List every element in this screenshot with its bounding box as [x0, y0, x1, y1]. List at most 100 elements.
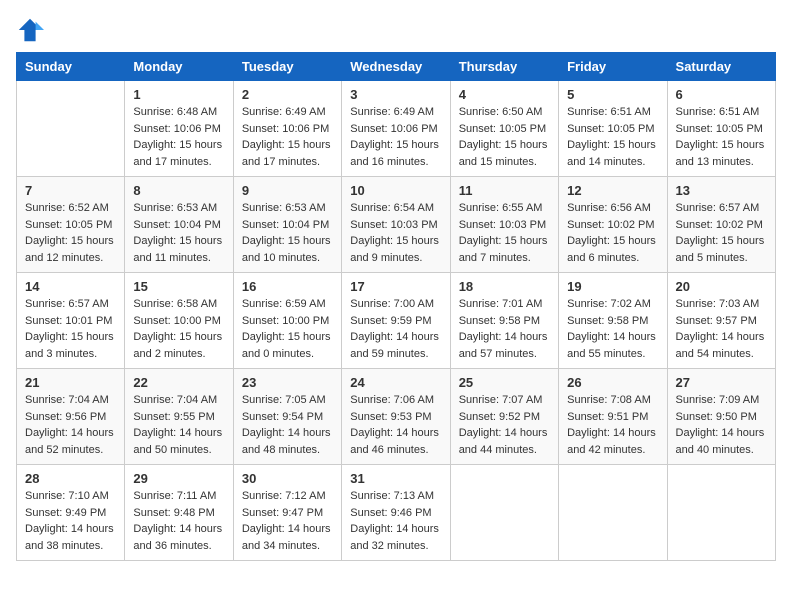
calendar-cell: 14 Sunrise: 6:57 AMSunset: 10:01 PMDaylig… — [17, 273, 125, 369]
header-thursday: Thursday — [450, 53, 558, 81]
day-number: 5 — [567, 87, 658, 102]
calendar-cell: 10 Sunrise: 6:54 AMSunset: 10:03 PMDaylig… — [342, 177, 450, 273]
calendar-cell: 9 Sunrise: 6:53 AMSunset: 10:04 PMDayligh… — [233, 177, 341, 273]
day-info: Sunrise: 6:51 AMSunset: 10:05 PMDaylight… — [567, 104, 658, 170]
calendar-cell: 19 Sunrise: 7:02 AMSunset: 9:58 PMDayligh… — [559, 273, 667, 369]
calendar-cell: 4Sunrise: 6:50 AMSunset: 10:05 PMDayligh… — [450, 81, 558, 177]
day-number: 26 — [567, 375, 658, 390]
calendar-cell: 13 Sunrise: 6:57 AMSunset: 10:02 PMDaylig… — [667, 177, 775, 273]
calendar-cell: 15Sunrise: 6:58 AMSunset: 10:00 PMDaylig… — [125, 273, 233, 369]
day-number: 18 — [459, 279, 550, 294]
day-number: 6 — [676, 87, 767, 102]
day-info: Sunrise: 6:48 AMSunset: 10:06 PMDaylight… — [133, 104, 224, 170]
day-number: 8 — [133, 183, 224, 198]
logo — [16, 16, 48, 44]
header-wednesday: Wednesday — [342, 53, 450, 81]
day-info: Sunrise: 7:05 AMSunset: 9:54 PMDaylight:… — [242, 392, 333, 458]
day-number: 23 — [242, 375, 333, 390]
calendar-cell: 25Sunrise: 7:07 AMSunset: 9:52 PMDayligh… — [450, 369, 558, 465]
day-number: 14 — [25, 279, 116, 294]
calendar-cell: 8 Sunrise: 6:53 AMSunset: 10:04 PMDayligh… — [125, 177, 233, 273]
calendar-cell — [17, 81, 125, 177]
day-info: Sunrise: 6:55 AMSunset: 10:03 PMDaylight… — [459, 200, 550, 266]
day-info: Sunrise: 7:09 AMSunset: 9:50 PMDaylight:… — [676, 392, 767, 458]
day-info: Sunrise: 7:00 AMSunset: 9:59 PMDaylight:… — [350, 296, 441, 362]
header-tuesday: Tuesday — [233, 53, 341, 81]
day-number: 7 — [25, 183, 116, 198]
day-info: Sunrise: 7:11 AMSunset: 9:48 PMDaylight:… — [133, 488, 224, 554]
day-info: Sunrise: 6:59 AMSunset: 10:00 PMDaylight… — [242, 296, 333, 362]
calendar-cell: 28 Sunrise: 7:10 AMSunset: 9:49 PMDayligh… — [17, 465, 125, 561]
calendar-week-4: 21 Sunrise: 7:04 AMSunset: 9:56 PMDayligh… — [17, 369, 776, 465]
day-number: 27 — [676, 375, 767, 390]
day-number: 19 — [567, 279, 658, 294]
day-info: Sunrise: 7:02 AMSunset: 9:58 PMDaylight:… — [567, 296, 658, 362]
day-number: 29 — [133, 471, 224, 486]
day-number: 12 — [567, 183, 658, 198]
day-number: 25 — [459, 375, 550, 390]
calendar-cell — [559, 465, 667, 561]
day-number: 16 — [242, 279, 333, 294]
calendar-cell: 17 Sunrise: 7:00 AMSunset: 9:59 PMDayligh… — [342, 273, 450, 369]
header-saturday: Saturday — [667, 53, 775, 81]
day-number: 21 — [25, 375, 116, 390]
day-number: 10 — [350, 183, 441, 198]
day-info: Sunrise: 7:01 AMSunset: 9:58 PMDaylight:… — [459, 296, 550, 362]
day-info: Sunrise: 7:06 AMSunset: 9:53 PMDaylight:… — [350, 392, 441, 458]
calendar-cell: 31Sunrise: 7:13 AMSunset: 9:46 PMDayligh… — [342, 465, 450, 561]
calendar-cell: 11 Sunrise: 6:55 AMSunset: 10:03 PMDaylig… — [450, 177, 558, 273]
day-number: 3 — [350, 87, 441, 102]
day-info: Sunrise: 7:10 AMSunset: 9:49 PMDaylight:… — [25, 488, 116, 554]
calendar-cell: 1 Sunrise: 6:48 AMSunset: 10:06 PMDayligh… — [125, 81, 233, 177]
calendar-cell: 2 Sunrise: 6:49 AMSunset: 10:06 PMDayligh… — [233, 81, 341, 177]
day-info: Sunrise: 6:51 AMSunset: 10:05 PMDaylight… — [676, 104, 767, 170]
day-number: 15 — [133, 279, 224, 294]
calendar-cell: 27 Sunrise: 7:09 AMSunset: 9:50 PMDayligh… — [667, 369, 775, 465]
day-info: Sunrise: 6:57 AMSunset: 10:01 PMDaylight… — [25, 296, 116, 362]
calendar-cell: 26 Sunrise: 7:08 AMSunset: 9:51 PMDayligh… — [559, 369, 667, 465]
day-number: 31 — [350, 471, 441, 486]
calendar-cell: 6 Sunrise: 6:51 AMSunset: 10:05 PMDayligh… — [667, 81, 775, 177]
calendar-cell: 16 Sunrise: 6:59 AMSunset: 10:00 PMDaylig… — [233, 273, 341, 369]
day-number: 28 — [25, 471, 116, 486]
day-number: 13 — [676, 183, 767, 198]
calendar-cell: 12 Sunrise: 6:56 AMSunset: 10:02 PMDaylig… — [559, 177, 667, 273]
day-info: Sunrise: 6:54 AMSunset: 10:03 PMDaylight… — [350, 200, 441, 266]
calendar-cell: 30Sunrise: 7:12 AMSunset: 9:47 PMDayligh… — [233, 465, 341, 561]
day-info: Sunrise: 6:53 AMSunset: 10:04 PMDaylight… — [133, 200, 224, 266]
calendar-week-5: 28 Sunrise: 7:10 AMSunset: 9:49 PMDayligh… — [17, 465, 776, 561]
day-info: Sunrise: 6:56 AMSunset: 10:02 PMDaylight… — [567, 200, 658, 266]
calendar-week-2: 7 Sunrise: 6:52 AMSunset: 10:05 PMDayligh… — [17, 177, 776, 273]
page-header — [16, 16, 776, 44]
day-info: Sunrise: 6:53 AMSunset: 10:04 PMDaylight… — [242, 200, 333, 266]
calendar-cell: 5 Sunrise: 6:51 AMSunset: 10:05 PMDayligh… — [559, 81, 667, 177]
day-info: Sunrise: 6:57 AMSunset: 10:02 PMDaylight… — [676, 200, 767, 266]
day-number: 9 — [242, 183, 333, 198]
calendar-cell — [450, 465, 558, 561]
calendar-cell: 23 Sunrise: 7:05 AMSunset: 9:54 PMDayligh… — [233, 369, 341, 465]
day-info: Sunrise: 7:12 AMSunset: 9:47 PMDaylight:… — [242, 488, 333, 554]
calendar-cell: 22Sunrise: 7:04 AMSunset: 9:55 PMDayligh… — [125, 369, 233, 465]
day-number: 2 — [242, 87, 333, 102]
calendar-cell: 3 Sunrise: 6:49 AMSunset: 10:06 PMDayligh… — [342, 81, 450, 177]
header-monday: Monday — [125, 53, 233, 81]
calendar-cell: 18 Sunrise: 7:01 AMSunset: 9:58 PMDayligh… — [450, 273, 558, 369]
calendar-cell: 21 Sunrise: 7:04 AMSunset: 9:56 PMDayligh… — [17, 369, 125, 465]
logo-icon — [16, 16, 44, 44]
day-number: 11 — [459, 183, 550, 198]
day-info: Sunrise: 7:04 AMSunset: 9:55 PMDaylight:… — [133, 392, 224, 458]
header-sunday: Sunday — [17, 53, 125, 81]
day-info: Sunrise: 6:52 AMSunset: 10:05 PMDaylight… — [25, 200, 116, 266]
day-info: Sunrise: 7:04 AMSunset: 9:56 PMDaylight:… — [25, 392, 116, 458]
day-number: 4 — [459, 87, 550, 102]
day-info: Sunrise: 7:08 AMSunset: 9:51 PMDaylight:… — [567, 392, 658, 458]
day-number: 24 — [350, 375, 441, 390]
day-number: 17 — [350, 279, 441, 294]
calendar-week-1: 1 Sunrise: 6:48 AMSunset: 10:06 PMDayligh… — [17, 81, 776, 177]
calendar-cell: 24 Sunrise: 7:06 AMSunset: 9:53 PMDayligh… — [342, 369, 450, 465]
calendar-table: SundayMondayTuesdayWednesdayThursdayFrid… — [16, 52, 776, 561]
calendar-week-3: 14 Sunrise: 6:57 AMSunset: 10:01 PMDaylig… — [17, 273, 776, 369]
day-info: Sunrise: 6:49 AMSunset: 10:06 PMDaylight… — [350, 104, 441, 170]
day-info: Sunrise: 6:49 AMSunset: 10:06 PMDaylight… — [242, 104, 333, 170]
day-number: 1 — [133, 87, 224, 102]
